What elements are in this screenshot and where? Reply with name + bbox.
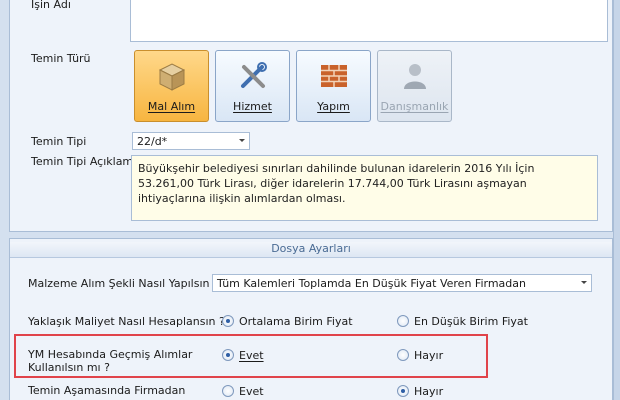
temin-asama-evet-label: Evet <box>239 385 264 398</box>
ym-label-line2: Kullanılsın mı ? <box>28 361 110 374</box>
temin-turu-label: Temin Türü <box>31 52 91 65</box>
tools-icon <box>241 62 267 88</box>
temin-tipi-select[interactable]: 22/d* <box>132 132 250 150</box>
isin-adi-label: İşin Adı <box>31 0 71 11</box>
ym-hayir-radio[interactable] <box>397 349 409 361</box>
malzeme-select[interactable]: Tüm Kalemleri Toplamda En Düşük Fiyat Ve… <box>212 274 592 292</box>
ym-evet-radio[interactable] <box>222 349 234 361</box>
tile-label: Danışmanlık <box>380 100 449 113</box>
ym-evet-label: Evet <box>239 349 264 362</box>
temin-tipi-label: Temin Tipi <box>31 135 87 148</box>
tile-label: Mal Alım <box>147 100 196 113</box>
box-icon <box>158 63 186 91</box>
ym-hayir-label: Hayır <box>414 349 444 362</box>
tile-yapim[interactable]: Yapım <box>296 50 371 122</box>
maliyet-en-dusuk-radio[interactable] <box>397 315 409 327</box>
temin-asama-evet-radio[interactable] <box>222 385 234 397</box>
tile-label: Hizmet <box>233 100 272 113</box>
scrollbar[interactable] <box>613 0 620 400</box>
maliyet-ortalama-label: Ortalama Birim Fiyat <box>239 315 353 328</box>
maliyet-en-dusuk-label: En Düşük Birim Fiyat <box>414 315 528 328</box>
malzeme-label: Malzeme Alım Şekli Nasıl Yapılsın ? <box>28 277 219 290</box>
temin-asama-hayir-label: Hayır <box>414 385 444 398</box>
temin-asama-hayir-radio[interactable] <box>397 385 409 397</box>
tile-label: Yapım <box>317 100 350 113</box>
temin-tipi-aciklama-text: Büyükşehir belediyesi sınırları dahilind… <box>131 155 598 221</box>
maliyet-label: Yaklaşık Maliyet Nasıl Hesaplansın ? <box>28 315 225 328</box>
malzeme-value: Tüm Kalemleri Toplamda En Düşük Fiyat Ve… <box>217 277 526 290</box>
tile-mal-alim[interactable]: Mal Alım <box>134 50 209 122</box>
temin-tipi-value: 22/d* <box>137 135 168 148</box>
chevron-down-icon <box>581 281 587 284</box>
temin-tipi-aciklama-label: Temin Tipi Açıklama <box>31 155 140 168</box>
tile-danismanlik[interactable]: Danışmanlık <box>377 50 452 122</box>
section-title: Dosya Ayarları <box>10 242 612 258</box>
brick-wall-icon <box>321 65 347 87</box>
ym-label-line1: YM Hesabında Geçmiş Alımlar <box>28 348 193 361</box>
consultant-icon <box>404 64 426 89</box>
temin-asama-label: Temin Aşamasında Firmadan <box>28 384 186 397</box>
maliyet-ortalama-radio[interactable] <box>222 315 234 327</box>
chevron-down-icon <box>239 139 245 142</box>
isin-adi-input[interactable] <box>130 0 608 42</box>
tile-hizmet[interactable]: Hizmet <box>215 50 290 122</box>
